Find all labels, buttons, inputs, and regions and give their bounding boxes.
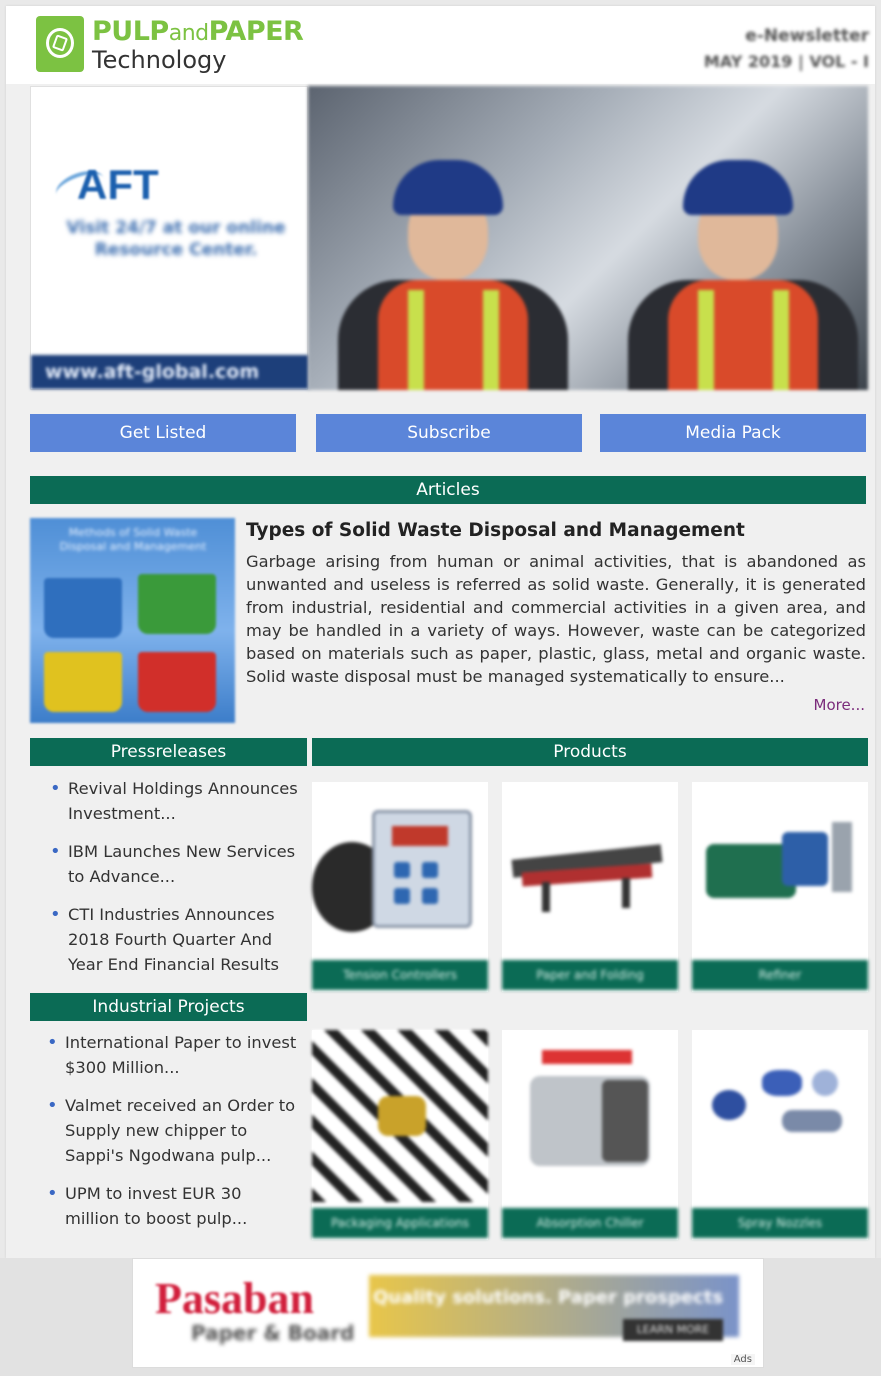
ads-label: Ads (730, 1354, 755, 1365)
issue-type: e-Newsletter (745, 26, 869, 46)
get-listed-button[interactable]: Get Listed (30, 414, 296, 452)
bottom-ad-area: Pasaban Paper & Board Quality solutions.… (0, 1258, 881, 1376)
project-item[interactable]: UPM to invest EUR 30 million to boost pu… (47, 1181, 297, 1231)
pressrelease-item[interactable]: CTI Industries Announces 2018 Fourth Qua… (50, 902, 300, 977)
brand-title: PULPandPAPER (92, 16, 304, 47)
leaf-logo-icon (36, 16, 84, 72)
aft-ad-panel[interactable]: AFT Visit 24/7 at our online Resource Ce… (30, 86, 309, 390)
project-item[interactable]: Valmet received an Order to Supply new c… (47, 1093, 297, 1168)
product-card[interactable]: Paper and Folding (502, 782, 678, 992)
refiner-image (692, 782, 868, 954)
issue-info: e-Newsletter MAY 2019 | VOL - I (704, 26, 869, 71)
header: PULPandPAPER Technology e-Newsletter MAY… (6, 6, 875, 84)
workers-photo (308, 86, 868, 390)
pressreleases-list: Revival Holdings Announces Investment...… (50, 776, 300, 990)
product-card[interactable]: Absorption Chiller (502, 1030, 678, 1240)
article-image-caption: Methods of Solid Waste Disposal and Mana… (59, 526, 207, 553)
packaging-grid-image (312, 1030, 488, 1202)
product-label[interactable]: Tension Controllers (312, 960, 488, 990)
media-pack-button[interactable]: Media Pack (600, 414, 866, 452)
articles-heading: Articles (30, 476, 866, 504)
products-heading: Products (312, 738, 868, 766)
tension-controller-image (312, 782, 488, 954)
product-label[interactable]: Packaging Applications (312, 1208, 488, 1238)
pressreleases-heading: Pressreleases (30, 738, 307, 766)
pasaban-logo: Pasaban (155, 1274, 314, 1323)
spray-nozzles-image (692, 1030, 868, 1202)
subscribe-button[interactable]: Subscribe (316, 414, 582, 452)
product-label[interactable]: Absorption Chiller (502, 1208, 678, 1238)
industrial-projects-heading: Industrial Projects (30, 993, 307, 1021)
pressrelease-item[interactable]: IBM Launches New Services to Advance... (50, 839, 300, 889)
pasaban-subtitle: Paper & Board (191, 1321, 355, 1345)
aft-ad-text: Visit 24/7 at our online Resource Center… (66, 218, 286, 260)
article-title-link[interactable]: Types of Solid Waste Disposal and Manage… (246, 520, 745, 541)
article-excerpt: Garbage arising from human or animal act… (246, 552, 866, 686)
aft-url-link[interactable]: www.aft-global.com (31, 355, 309, 389)
article-more-link[interactable]: More... (814, 696, 866, 714)
absorption-chiller-image (502, 1030, 678, 1202)
product-card[interactable]: Packaging Applications (312, 1030, 488, 1240)
product-card[interactable]: Tension Controllers (312, 782, 488, 992)
aft-logo: AFT (77, 161, 159, 208)
ad-tagline: Quality solutions. Paper prospects (373, 1287, 724, 1308)
learn-more-button[interactable]: LEARN MORE (623, 1319, 723, 1341)
brand-subtitle: Technology (92, 46, 227, 74)
product-label[interactable]: Paper and Folding (502, 960, 678, 990)
product-label[interactable]: Refiner (692, 960, 868, 990)
product-card[interactable]: Spray Nozzles (692, 1030, 868, 1240)
pasaban-ad[interactable]: Pasaban Paper & Board Quality solutions.… (132, 1258, 764, 1368)
issue-date: MAY 2019 | VOL - I (703, 52, 869, 71)
product-label[interactable]: Spray Nozzles (692, 1208, 868, 1238)
product-card[interactable]: Refiner (692, 782, 868, 992)
industrial-projects-list: International Paper to invest $300 Milli… (47, 1030, 297, 1244)
article-thumbnail[interactable]: Methods of Solid Waste Disposal and Mana… (30, 518, 235, 723)
banner-ad[interactable]: AFT Visit 24/7 at our online Resource Ce… (30, 86, 868, 390)
folding-machine-image (502, 782, 678, 954)
project-item[interactable]: International Paper to invest $300 Milli… (47, 1030, 297, 1080)
newsletter-page: PULPandPAPER Technology e-Newsletter MAY… (6, 6, 875, 1258)
pressrelease-item[interactable]: Revival Holdings Announces Investment... (50, 776, 300, 826)
